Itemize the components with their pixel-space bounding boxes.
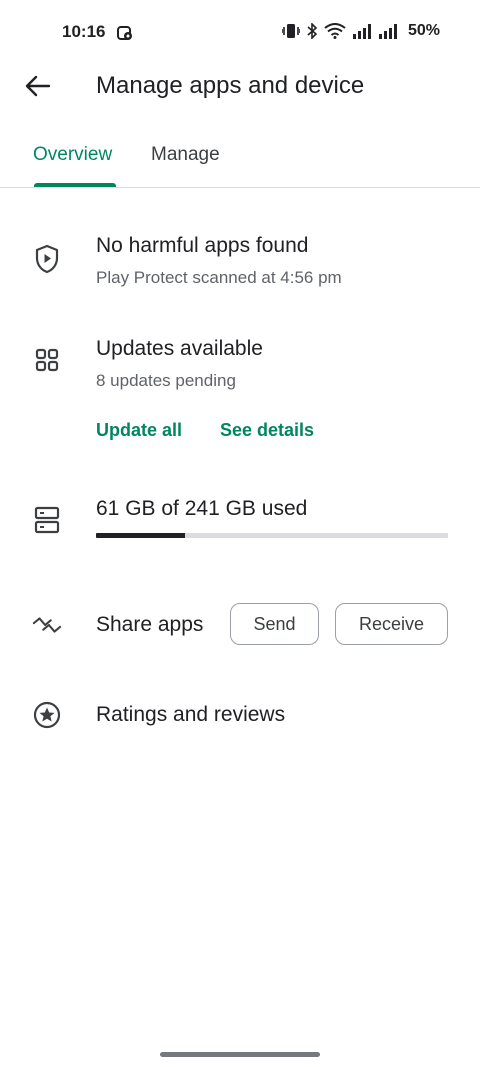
updates-subtitle: 8 updates pending xyxy=(96,371,236,390)
status-bar: 10:16 50% xyxy=(0,0,480,64)
home-indicator[interactable] xyxy=(160,1052,320,1057)
page-title: Manage apps and device xyxy=(96,72,365,99)
signal-icon-2 xyxy=(378,23,398,39)
play-protect-shield-icon xyxy=(32,244,62,274)
protect-subtitle: Play Protect scanned at 4:56 pm xyxy=(96,268,342,287)
ratings-title: Ratings and reviews xyxy=(96,703,286,726)
tab-overview[interactable]: Overview xyxy=(33,144,112,166)
storage-progress-bar xyxy=(96,533,448,538)
protect-title: No harmful apps found xyxy=(96,234,309,257)
tab-manage[interactable]: Manage xyxy=(151,144,220,166)
battery-level: 50% xyxy=(407,22,440,39)
app-bar: Manage apps and device xyxy=(0,64,480,108)
screen-record-icon xyxy=(116,24,134,42)
wifi-icon xyxy=(324,23,346,39)
tab-bar: Overview Manage xyxy=(0,136,480,188)
see-details-button[interactable]: See details xyxy=(220,420,314,441)
share-apps-icon xyxy=(32,610,62,640)
update-all-button[interactable]: Update all xyxy=(96,420,182,441)
signal-icon xyxy=(352,23,372,39)
storage-icon xyxy=(32,505,62,535)
updates-title: Updates available xyxy=(96,337,263,360)
share-apps-title: Share apps xyxy=(96,613,204,636)
send-button[interactable]: Send xyxy=(230,603,319,645)
back-button[interactable] xyxy=(20,68,56,104)
receive-button[interactable]: Receive xyxy=(335,603,448,645)
apps-grid-icon xyxy=(32,345,62,375)
status-time: 10:16 xyxy=(62,22,106,41)
vibrate-icon xyxy=(281,23,300,39)
bluetooth-icon xyxy=(306,23,318,39)
status-icons: 50% xyxy=(281,22,440,40)
storage-title: 61 GB of 241 GB used xyxy=(96,497,308,520)
star-circle-icon xyxy=(32,700,62,730)
active-tab-indicator xyxy=(34,183,116,187)
arrow-back-icon xyxy=(25,75,51,97)
storage-progress-fill xyxy=(96,533,186,538)
